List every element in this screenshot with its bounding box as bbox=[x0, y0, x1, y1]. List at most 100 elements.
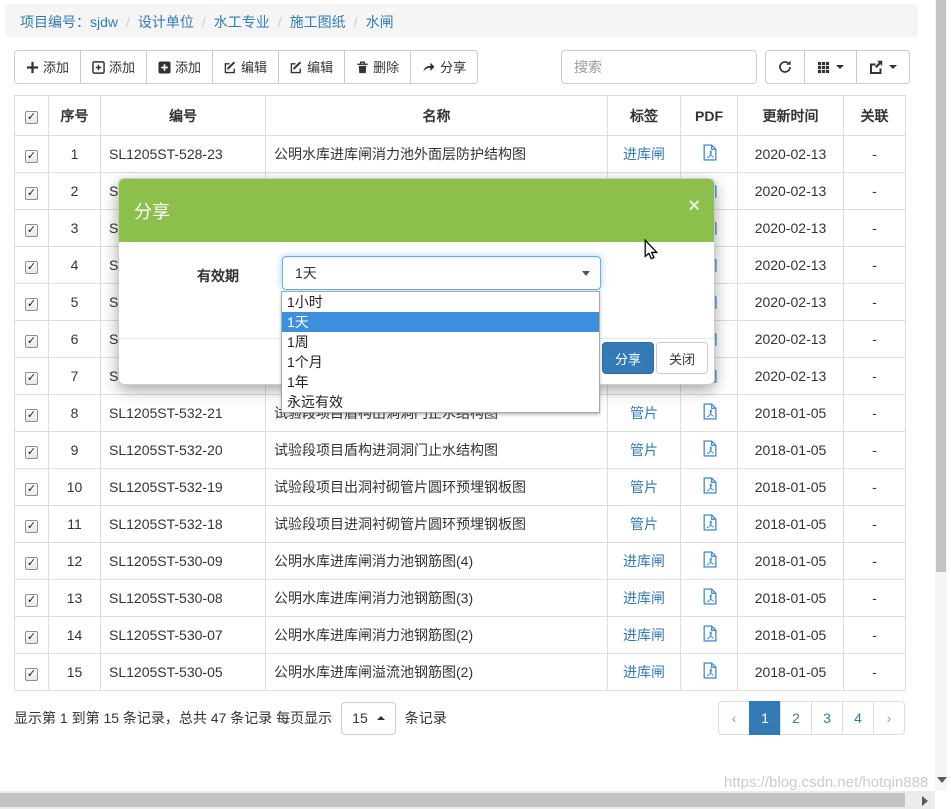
row-checkbox[interactable]: ✓ bbox=[25, 483, 38, 496]
breadcrumb-item[interactable]: 设计单位 bbox=[138, 14, 194, 30]
scroll-right-arrow-icon[interactable] bbox=[922, 796, 928, 806]
mouse-cursor bbox=[642, 239, 660, 266]
row-checkbox[interactable]: ✓ bbox=[25, 409, 38, 422]
row-number: 10 bbox=[49, 469, 101, 506]
modal-share-button[interactable]: 分享 bbox=[602, 342, 654, 374]
row-checkbox[interactable]: ✓ bbox=[25, 631, 38, 644]
tag-link[interactable]: 进库闸 bbox=[623, 590, 665, 606]
prev-page-button[interactable]: ‹ bbox=[718, 701, 750, 735]
columns-button[interactable] bbox=[804, 50, 857, 84]
row-checkbox[interactable]: ✓ bbox=[25, 298, 38, 311]
column-header: 名称 bbox=[266, 96, 608, 136]
row-checkbox[interactable]: ✓ bbox=[25, 187, 38, 200]
table-row: ✓14SL1205ST-530-07公明水库进库闸消力池钢筋图(2)进库闸201… bbox=[15, 617, 906, 654]
breadcrumb-item[interactable]: 水工专业 bbox=[214, 14, 270, 30]
page-size-select[interactable]: 15 bbox=[341, 702, 396, 735]
relation-cell: - bbox=[844, 210, 906, 247]
pdf-icon[interactable] bbox=[702, 403, 717, 420]
refresh-button[interactable] bbox=[765, 50, 805, 84]
row-checkbox[interactable]: ✓ bbox=[25, 261, 38, 274]
tag-link[interactable]: 进库闸 bbox=[623, 553, 665, 569]
scroll-down-arrow-icon[interactable] bbox=[937, 777, 947, 783]
table-actions-group bbox=[765, 50, 910, 84]
row-checkbox[interactable]: ✓ bbox=[25, 557, 38, 570]
validity-option[interactable]: 1周 bbox=[282, 332, 599, 352]
pdf-icon[interactable] bbox=[702, 514, 717, 531]
validity-option[interactable]: 永远有效 bbox=[282, 392, 599, 412]
row-number: 13 bbox=[49, 580, 101, 617]
plus-square-outline-icon bbox=[92, 61, 105, 74]
tag-link[interactable]: 管片 bbox=[630, 479, 658, 495]
pdf-icon[interactable] bbox=[702, 477, 717, 494]
pdf-icon[interactable] bbox=[702, 551, 717, 568]
next-page-button[interactable]: › bbox=[873, 701, 905, 735]
toolbar: 添加添加添加编辑编辑删除分享 bbox=[14, 50, 905, 84]
row-number: 7 bbox=[49, 358, 101, 395]
page-button[interactable]: 1 bbox=[749, 701, 781, 735]
tag-link[interactable]: 进库闸 bbox=[623, 664, 665, 680]
table-row: ✓13SL1205ST-530-08公明水库进库闸消力池钢筋图(3)进库闸201… bbox=[15, 580, 906, 617]
page-button[interactable]: 4 bbox=[842, 701, 874, 735]
tag-link[interactable]: 进库闸 bbox=[623, 146, 665, 162]
row-checkbox[interactable]: ✓ bbox=[25, 446, 38, 459]
add-button[interactable]: 添加 bbox=[80, 50, 147, 84]
row-number: 12 bbox=[49, 543, 101, 580]
button-label: 添加 bbox=[109, 61, 135, 74]
tag-link[interactable]: 管片 bbox=[630, 516, 658, 532]
edit-icon bbox=[224, 61, 237, 74]
tag-link[interactable]: 进库闸 bbox=[623, 627, 665, 643]
breadcrumb-item[interactable]: 施工图纸 bbox=[290, 14, 346, 30]
page-button[interactable]: 3 bbox=[811, 701, 843, 735]
pdf-icon[interactable] bbox=[702, 440, 717, 457]
row-number: 4 bbox=[49, 247, 101, 284]
pdf-icon[interactable] bbox=[702, 662, 717, 679]
modal-close-button[interactable]: 关闭 bbox=[656, 342, 708, 374]
relation-cell: - bbox=[844, 136, 906, 173]
row-number: 1 bbox=[49, 136, 101, 173]
row-checkbox[interactable]: ✓ bbox=[25, 335, 38, 348]
export-button[interactable] bbox=[856, 50, 910, 84]
row-checkbox[interactable]: ✓ bbox=[25, 372, 38, 385]
validity-label: 有效期 bbox=[197, 266, 239, 286]
search-input[interactable] bbox=[561, 50, 757, 84]
pdf-icon[interactable] bbox=[702, 625, 717, 642]
row-checkbox[interactable]: ✓ bbox=[25, 520, 38, 533]
select-all-checkbox[interactable]: ✓ bbox=[25, 111, 38, 124]
edit-button[interactable]: 编辑 bbox=[278, 50, 345, 84]
vertical-scrollbar-thumb[interactable] bbox=[936, 0, 946, 572]
row-checkbox[interactable]: ✓ bbox=[25, 594, 38, 607]
horizontal-scrollbar-thumb[interactable] bbox=[0, 793, 905, 807]
pdf-icon[interactable] bbox=[702, 588, 717, 605]
row-number: 6 bbox=[49, 321, 101, 358]
edit-button[interactable]: 编辑 bbox=[212, 50, 279, 84]
page-button[interactable]: 2 bbox=[780, 701, 812, 735]
row-checkbox[interactable]: ✓ bbox=[25, 668, 38, 681]
date-cell: 2018-01-05 bbox=[738, 395, 844, 432]
edit-icon bbox=[290, 61, 303, 74]
delete-button[interactable]: 删除 bbox=[344, 50, 411, 84]
tag-link[interactable]: 管片 bbox=[630, 405, 658, 421]
name-cell: 公明水库进库闸消力池外面层防护结构图 bbox=[266, 136, 608, 173]
close-icon[interactable]: × bbox=[688, 196, 700, 216]
validity-option[interactable]: 1年 bbox=[282, 372, 599, 392]
pdf-icon[interactable] bbox=[702, 144, 717, 161]
plus-square-filled-icon bbox=[158, 61, 171, 74]
add-button[interactable]: 添加 bbox=[146, 50, 213, 84]
tag-link[interactable]: 管片 bbox=[630, 442, 658, 458]
validity-option[interactable]: 1个月 bbox=[282, 352, 599, 372]
add-button[interactable]: 添加 bbox=[14, 50, 81, 84]
breadcrumb-item[interactable]: 项目编号：sjdw bbox=[20, 14, 118, 30]
row-checkbox[interactable]: ✓ bbox=[25, 224, 38, 237]
validity-select[interactable]: 1天 bbox=[282, 256, 601, 290]
code-cell: SL1205ST-532-20 bbox=[101, 432, 266, 469]
validity-option[interactable]: 1小时 bbox=[282, 292, 599, 312]
table-row: ✓1SL1205ST-528-23公明水库进库闸消力池外面层防护结构图进库闸20… bbox=[15, 136, 906, 173]
table-header-row: ✓序号编号名称标签PDF更新时间关联 bbox=[15, 96, 906, 136]
row-checkbox[interactable]: ✓ bbox=[25, 150, 38, 163]
breadcrumb-item[interactable]: 水闸 bbox=[366, 14, 394, 30]
share-button[interactable]: 分享 bbox=[410, 50, 478, 84]
row-number: 5 bbox=[49, 284, 101, 321]
validity-option[interactable]: 1天 bbox=[282, 312, 599, 332]
code-cell: SL1205ST-530-07 bbox=[101, 617, 266, 654]
relation-cell: - bbox=[844, 654, 906, 691]
